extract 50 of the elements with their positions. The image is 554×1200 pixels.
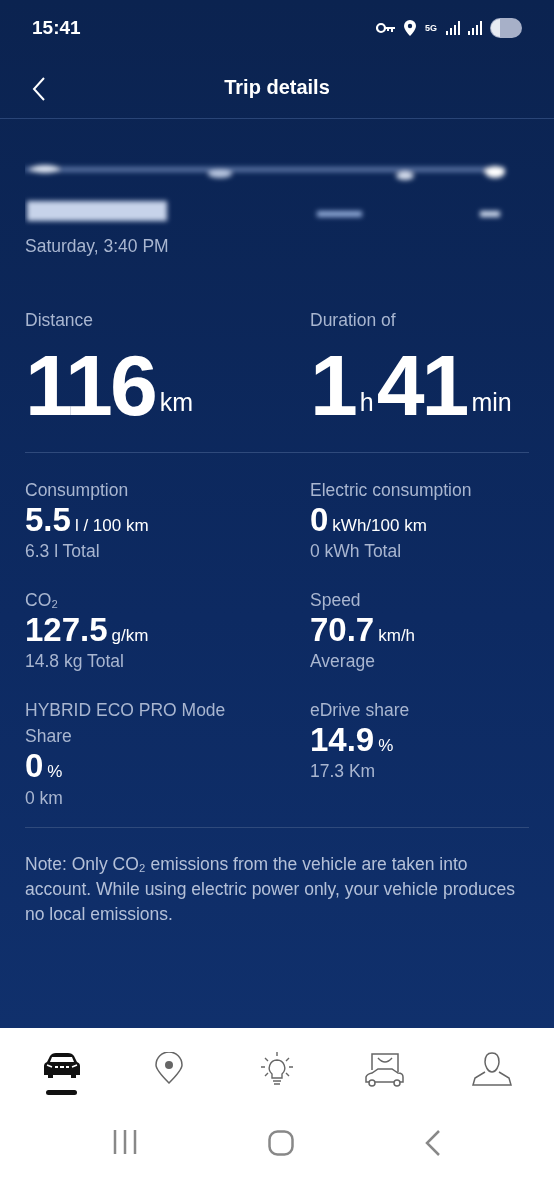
unit-label: % bbox=[378, 734, 394, 757]
recent-apps-icon[interactable] bbox=[113, 1130, 138, 1154]
stat-label: Duration of bbox=[310, 309, 397, 333]
stat-value: 14.9 bbox=[310, 722, 375, 758]
stat-label: HYBRID ECO PRO Mode Share bbox=[25, 698, 227, 748]
stat-detail: 6.3 l Total bbox=[25, 540, 101, 564]
network-label: 5G bbox=[424, 23, 438, 33]
unit-label: km/h bbox=[378, 624, 416, 647]
lightbulb-icon bbox=[260, 1052, 294, 1088]
stat-value: 127.5 bbox=[25, 612, 108, 648]
key-icon bbox=[376, 22, 396, 34]
stat-detail: 0 kWh Total bbox=[310, 540, 403, 564]
stat-detail: 17.3 Km bbox=[310, 760, 377, 784]
stat-value: 5.5 bbox=[25, 502, 71, 538]
stat-label: CO₂ bbox=[25, 588, 60, 612]
stat-label: Speed bbox=[310, 588, 362, 612]
stat-value: 0 bbox=[25, 749, 44, 784]
stat-label: Electric consumption bbox=[310, 478, 473, 502]
stat-value: 1 bbox=[310, 341, 355, 428]
unit-label: h bbox=[359, 387, 374, 418]
stat-value: 70.7 bbox=[310, 612, 375, 648]
stat-label: Distance bbox=[25, 309, 95, 333]
unit-label: km bbox=[159, 387, 194, 418]
shopping-bag-car-icon bbox=[363, 1052, 406, 1088]
trip-date: Saturday, 3:40 PM bbox=[25, 235, 170, 258]
unit-label: % bbox=[47, 761, 63, 783]
location-icon bbox=[404, 20, 416, 36]
back-icon[interactable] bbox=[424, 1130, 441, 1156]
home-icon[interactable] bbox=[268, 1130, 294, 1156]
car-icon bbox=[41, 1052, 82, 1080]
unit-label: min bbox=[471, 387, 512, 418]
page-title: Trip details bbox=[224, 75, 330, 100]
stat-value: 116 bbox=[25, 341, 155, 428]
stat-detail: 0 km bbox=[25, 786, 64, 810]
unit-label: g/km bbox=[111, 624, 149, 647]
stat-value: 0 bbox=[310, 502, 329, 538]
status-time: 15:41 bbox=[32, 15, 81, 40]
unit-label: l / 100 km bbox=[74, 514, 149, 537]
signal-icon bbox=[446, 21, 460, 35]
stat-detail: Average bbox=[310, 650, 376, 674]
unit-label: kWh/100 km bbox=[332, 514, 427, 537]
battery-icon bbox=[490, 18, 522, 38]
signal-icon bbox=[468, 21, 482, 35]
stat-label: Consumption bbox=[25, 478, 130, 502]
note-text: Note: Only CO₂ emissions from the vehicle are taken into account. While using electric power only, your vehicle produces no local emissions. bbox=[25, 852, 516, 926]
stat-label: eDrive share bbox=[310, 698, 411, 722]
stat-value: 41 bbox=[376, 341, 467, 428]
profile-icon bbox=[472, 1052, 513, 1086]
stat-detail: 14.8 kg Total bbox=[25, 650, 125, 674]
location-pin-icon bbox=[155, 1052, 184, 1084]
